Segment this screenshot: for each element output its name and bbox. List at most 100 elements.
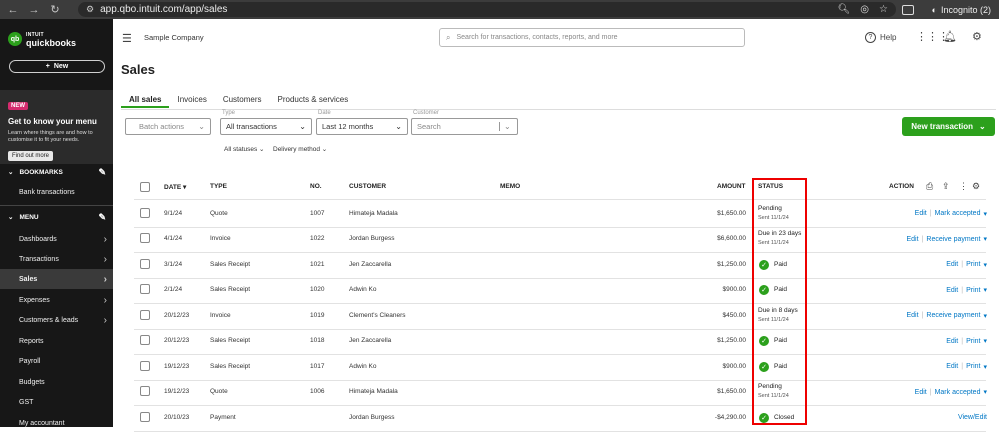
zoom-icon[interactable]: 🔍︎ (838, 4, 851, 15)
chevron-down-icon[interactable]: ⌄ (499, 122, 517, 131)
amount-column-header[interactable]: AMOUNT (717, 183, 746, 190)
row-checkbox[interactable] (140, 284, 150, 295)
customer-column-header[interactable]: CUSTOMER (349, 183, 386, 190)
row-action-secondary[interactable]: Receive payment (926, 312, 980, 319)
row-checkbox[interactable] (140, 309, 150, 320)
site-info-icon[interactable]: ⚙ (86, 4, 94, 15)
row-action-primary[interactable]: Edit (946, 363, 958, 370)
row-action-primary[interactable]: Edit (915, 210, 927, 217)
memo-column-header[interactable]: MEMO (500, 183, 520, 190)
row-action-secondary[interactable]: Mark accepted (935, 389, 981, 396)
sidebar-item-bank-transactions[interactable]: Bank transactions (0, 182, 113, 202)
caret-down-icon[interactable]: ▾ (983, 312, 987, 320)
table-settings-icon[interactable]: ⚙ (972, 181, 980, 192)
caret-down-icon[interactable]: ▾ (983, 261, 987, 269)
row-checkbox[interactable] (140, 335, 150, 346)
caret-down-icon[interactable]: ▾ (983, 210, 987, 218)
row-action-primary[interactable]: Edit (946, 338, 958, 345)
new-button[interactable]: + New (9, 60, 105, 73)
select-all-checkbox[interactable] (140, 182, 150, 192)
bell-icon[interactable]: 🔔︎ (943, 30, 957, 43)
row-amount: $450.00 (722, 311, 747, 319)
back-icon[interactable]: ← (5, 4, 21, 16)
row-checkbox[interactable] (140, 386, 150, 397)
bookmarks-header[interactable]: ⌄ BOOKMARKS ✎ (0, 164, 113, 180)
customer-filter-input[interactable]: Customer Search ⌄ (411, 110, 518, 135)
edit-bookmarks-icon[interactable]: ✎ (98, 167, 106, 178)
caret-down-icon[interactable]: ▾ (983, 363, 987, 371)
action-separator: | (929, 388, 932, 396)
help-button[interactable]: ? Help (865, 32, 896, 43)
tab-all-sales[interactable]: All sales (121, 95, 170, 108)
print-icon[interactable]: ⎙ (926, 181, 933, 192)
reload-icon[interactable]: ↻ (47, 3, 63, 16)
row-action-secondary[interactable]: Print (966, 363, 980, 370)
sidebar-item-customers-leads[interactable]: Customers & leads › (0, 310, 113, 330)
sidebar-item-budgets[interactable]: Budgets (0, 372, 113, 392)
row-checkbox[interactable] (140, 258, 150, 269)
sidebar-item-my-accountant[interactable]: My accountant (0, 413, 113, 433)
type-filter-select[interactable]: Type All transactions ⌄ (220, 110, 312, 135)
tab-customers[interactable]: Customers (215, 95, 270, 108)
side-panel-icon[interactable] (901, 4, 914, 15)
tab-products-services[interactable]: Products & services (270, 95, 357, 108)
caret-down-icon[interactable]: ▾ (983, 235, 987, 243)
gear-icon[interactable]: ⚙ (972, 30, 982, 43)
chevron-right-icon: › (103, 273, 107, 285)
company-name[interactable]: Sample Company (144, 33, 204, 42)
menu-header[interactable]: ⌄ MENU ✎ (0, 209, 113, 225)
sidebar-item-transactions[interactable]: Transactions › (0, 249, 113, 269)
caret-down-icon[interactable]: ▾ (983, 337, 987, 345)
export-icon[interactable]: ⇪ (942, 181, 950, 192)
row-checkbox[interactable] (140, 207, 150, 218)
date-filter-select[interactable]: Date Last 12 months ⌄ (316, 110, 408, 135)
new-button-label: New (53, 63, 69, 70)
row-action-secondary[interactable]: Print (966, 287, 980, 294)
row-action-secondary[interactable]: Print (966, 338, 980, 345)
type-column-header[interactable]: TYPE (210, 183, 227, 190)
date-filter-value: Last 12 months (322, 122, 374, 131)
forward-icon[interactable]: → (26, 4, 42, 16)
row-type: Quote (210, 209, 228, 217)
tab-invoices[interactable]: Invoices (169, 95, 214, 108)
find-out-more-button[interactable]: Find out more (8, 151, 54, 161)
menu-label: MENU (19, 213, 39, 221)
incognito-indicator[interactable]: ◐ Incognito (2) (901, 2, 991, 17)
quickbooks-logo[interactable]: qb INTUIT quickbooks (8, 31, 76, 48)
date-column-header[interactable]: DATE ▾ (164, 183, 186, 191)
all-statuses-filter[interactable]: All statuses ⌄ (224, 145, 265, 153)
new-transaction-button[interactable]: New transaction ⌄ (902, 117, 995, 136)
caret-down-icon[interactable]: ▾ (983, 388, 987, 396)
row-action-primary[interactable]: Edit (907, 312, 919, 319)
row-action-primary[interactable]: Edit (907, 236, 919, 243)
sidebar-item-reports[interactable]: Reports (0, 331, 113, 351)
sidebar-item-expenses[interactable]: Expenses › (0, 290, 113, 310)
row-action-primary[interactable]: Edit (946, 261, 958, 268)
row-action-primary[interactable]: Edit (915, 389, 927, 396)
star-icon[interactable]: ☆ (879, 4, 888, 15)
hamburger-menu-icon[interactable]: ☰ (122, 32, 132, 45)
sidebar-item-sales[interactable]: Sales › (0, 269, 113, 289)
row-checkbox[interactable] (140, 411, 150, 422)
delivery-method-filter[interactable]: Delivery method ⌄ (273, 145, 327, 153)
row-action-primary[interactable]: View/Edit (958, 414, 987, 421)
caret-down-icon[interactable]: ▾ (983, 286, 987, 294)
batch-actions-dropdown[interactable]: Batch actions ⌄ (125, 118, 211, 135)
global-search-input[interactable]: ⌕ Search for transactions, contacts, rep… (439, 28, 745, 47)
sales-tabs: All sales Invoices Customers Products & … (121, 95, 356, 108)
sidebar-item-dashboards[interactable]: Dashboards › (0, 229, 113, 249)
more-options-icon[interactable]: ⋮ (959, 181, 968, 192)
row-action-primary[interactable]: Edit (946, 287, 958, 294)
row-date: 9/1/24 (164, 209, 183, 217)
no-column-header[interactable]: NO. (310, 183, 322, 190)
row-action-secondary[interactable]: Mark accepted (935, 210, 981, 217)
address-bar[interactable]: ⚙ app.qbo.intuit.com/app/sales 🔍︎ ◎ ☆ (78, 2, 896, 17)
row-checkbox[interactable] (140, 233, 150, 244)
edit-menu-icon[interactable]: ✎ (98, 212, 106, 223)
row-action-secondary[interactable]: Receive payment (926, 236, 980, 243)
sidebar-item-gst[interactable]: GST (0, 392, 113, 412)
row-action-secondary[interactable]: Print (966, 261, 980, 268)
row-checkbox[interactable] (140, 360, 150, 371)
sidebar-item-payroll[interactable]: Payroll (0, 351, 113, 371)
eye-off-icon[interactable]: ◎ (860, 4, 869, 15)
